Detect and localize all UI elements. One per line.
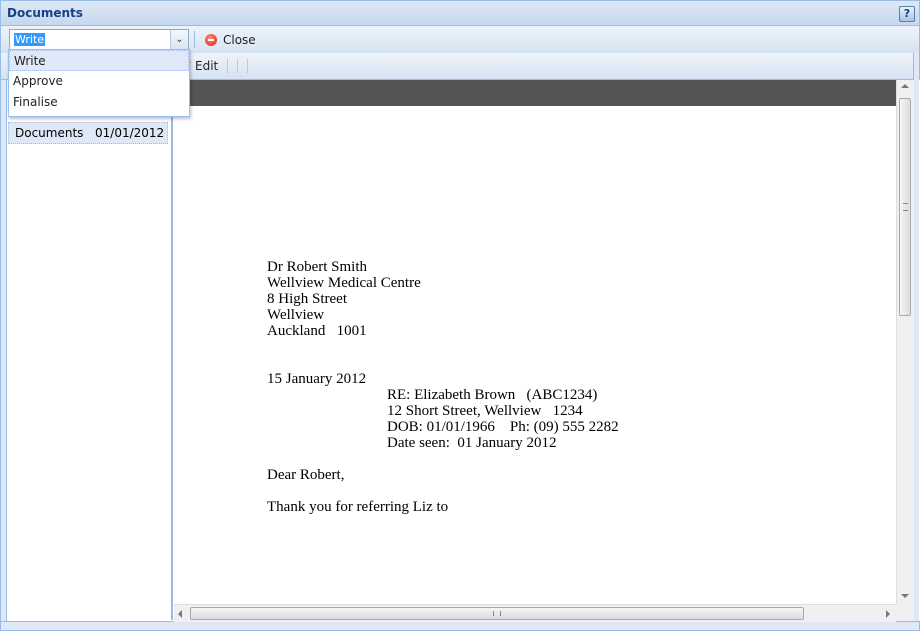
patient-details: RE: Elizabeth Brown (ABC1234) 12 Short S…: [387, 387, 619, 451]
dropdown-option-approve[interactable]: Approve: [9, 71, 189, 92]
letter-body: Thank you for referring Liz to: [267, 499, 449, 515]
toolbar-separator: [227, 59, 228, 73]
window-title: Documents: [7, 6, 83, 20]
close-button[interactable]: Close: [205, 31, 256, 49]
patient-detail-line: 12 Short Street, Wellview 1234: [387, 403, 583, 419]
address-line: Wellview: [267, 307, 325, 323]
horizontal-scroll-thumb[interactable]: [190, 607, 804, 620]
window-titlebar: Documents ?: [0, 0, 920, 25]
documents-list-panel: [8, 80, 173, 620]
address-line: Wellview Medical Centre: [267, 275, 421, 291]
scrollbar-corner: [896, 604, 914, 621]
edit-label: Edit: [195, 59, 219, 73]
scroll-down-icon[interactable]: [901, 594, 909, 598]
toolbar-separator: [247, 59, 248, 73]
viewer-header-bar: [174, 80, 896, 106]
status-select-value: Write: [14, 33, 46, 46]
horizontal-scrollbar[interactable]: [174, 604, 896, 622]
dropdown-option-write[interactable]: Write: [9, 50, 189, 71]
recipient-address: Dr Robert Smith Wellview Medical Centre …: [267, 259, 421, 339]
toolbar-separator: [237, 59, 238, 73]
status-select[interactable]: Write ⌄: [9, 29, 189, 50]
chevron-down-icon[interactable]: ⌄: [170, 30, 188, 49]
letter-salutation: Dear Robert,: [267, 467, 345, 483]
dropdown-option-finalise[interactable]: Finalise: [9, 92, 189, 113]
vertical-scrollbar[interactable]: [896, 80, 914, 604]
help-button[interactable]: ?: [899, 6, 915, 22]
status-dropdown-list: Write Approve Finalise: [8, 49, 190, 117]
letter-date: 15 January 2012: [267, 371, 367, 387]
scroll-right-icon[interactable]: [886, 610, 890, 618]
address-line: Auckland 1001: [267, 323, 367, 339]
vertical-scroll-thumb[interactable]: [899, 98, 911, 316]
toolbar-separator: [194, 31, 195, 48]
patient-detail-line: DOB: 01/01/1966 Ph: (09) 555 2282: [387, 419, 619, 435]
patient-detail-line: RE: Elizabeth Brown (ABC1234): [387, 387, 598, 403]
scroll-left-icon[interactable]: [178, 610, 182, 618]
close-label: Close: [223, 33, 256, 47]
window-frame-left: [0, 80, 7, 621]
address-line: 8 High Street: [267, 291, 347, 307]
patient-detail-line: Date seen: 01 January 2012: [387, 435, 557, 451]
close-icon: [205, 34, 217, 46]
document-name: Documents: [15, 126, 84, 140]
document-date: 01/01/2012: [95, 126, 165, 140]
letter-document: Dr Robert Smith Wellview Medical Centre …: [174, 106, 896, 604]
address-line: Dr Robert Smith: [267, 259, 367, 275]
list-item[interactable]: Documents 01/01/2012: [8, 122, 168, 144]
scroll-up-icon[interactable]: [901, 84, 909, 88]
